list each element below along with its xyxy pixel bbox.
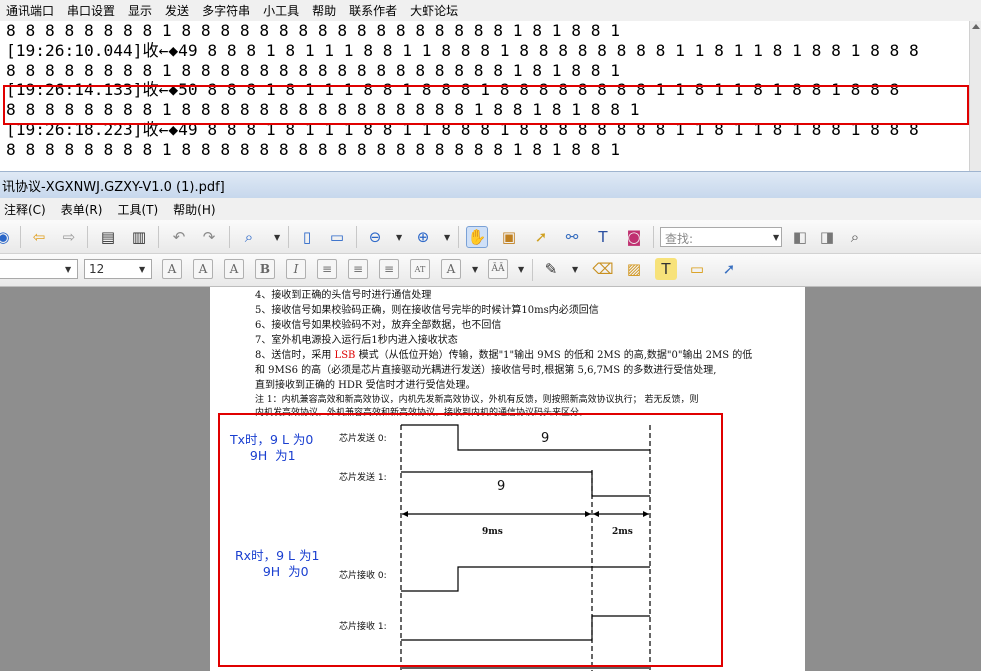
diagram-highlight-box (218, 413, 723, 667)
